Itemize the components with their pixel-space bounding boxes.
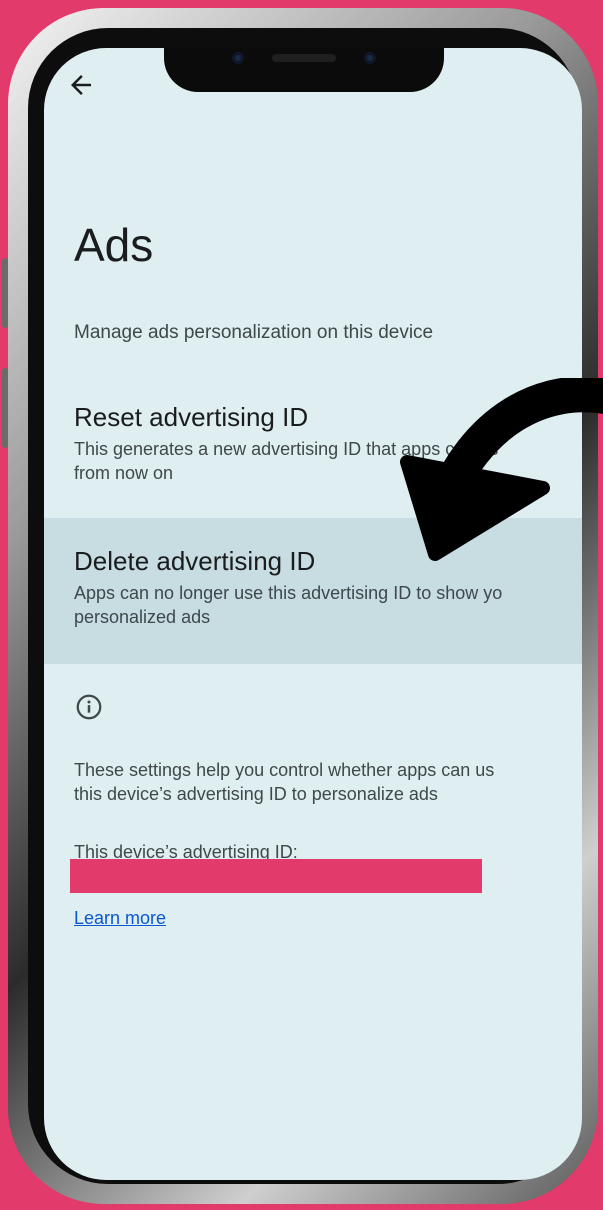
arrow-left-icon bbox=[71, 75, 91, 95]
back-button[interactable] bbox=[66, 70, 96, 100]
info-icon bbox=[74, 692, 104, 722]
front-camera-icon bbox=[232, 52, 244, 64]
delete-description: Apps can no longer use this advertising … bbox=[74, 581, 582, 629]
notch bbox=[164, 48, 444, 92]
earpiece-speaker bbox=[272, 54, 336, 62]
front-sensor-icon bbox=[364, 52, 376, 64]
delete-description-line-1: Apps can no longer use this advertising … bbox=[74, 583, 503, 603]
learn-more-link[interactable]: Learn more bbox=[74, 908, 166, 929]
info-description-line-2: this device’s advertising ID to personal… bbox=[74, 784, 438, 804]
page-title: Ads bbox=[74, 219, 154, 271]
volume-button bbox=[2, 258, 8, 328]
phone-frame: Ads Manage ads personalization on this d… bbox=[2, 8, 598, 1204]
power-button bbox=[2, 368, 8, 448]
delete-description-line-2: personalized ads bbox=[74, 607, 211, 627]
info-description: These settings help you control whether … bbox=[74, 758, 494, 806]
phone-screen: Ads Manage ads personalization on this d… bbox=[44, 48, 582, 1180]
info-description-line-1: These settings help you control whether … bbox=[74, 760, 495, 780]
advertising-id-redaction bbox=[70, 859, 482, 893]
page-subtitle: Manage ads personalization on this devic… bbox=[74, 322, 434, 343]
curved-arrow-annotation bbox=[400, 378, 603, 561]
